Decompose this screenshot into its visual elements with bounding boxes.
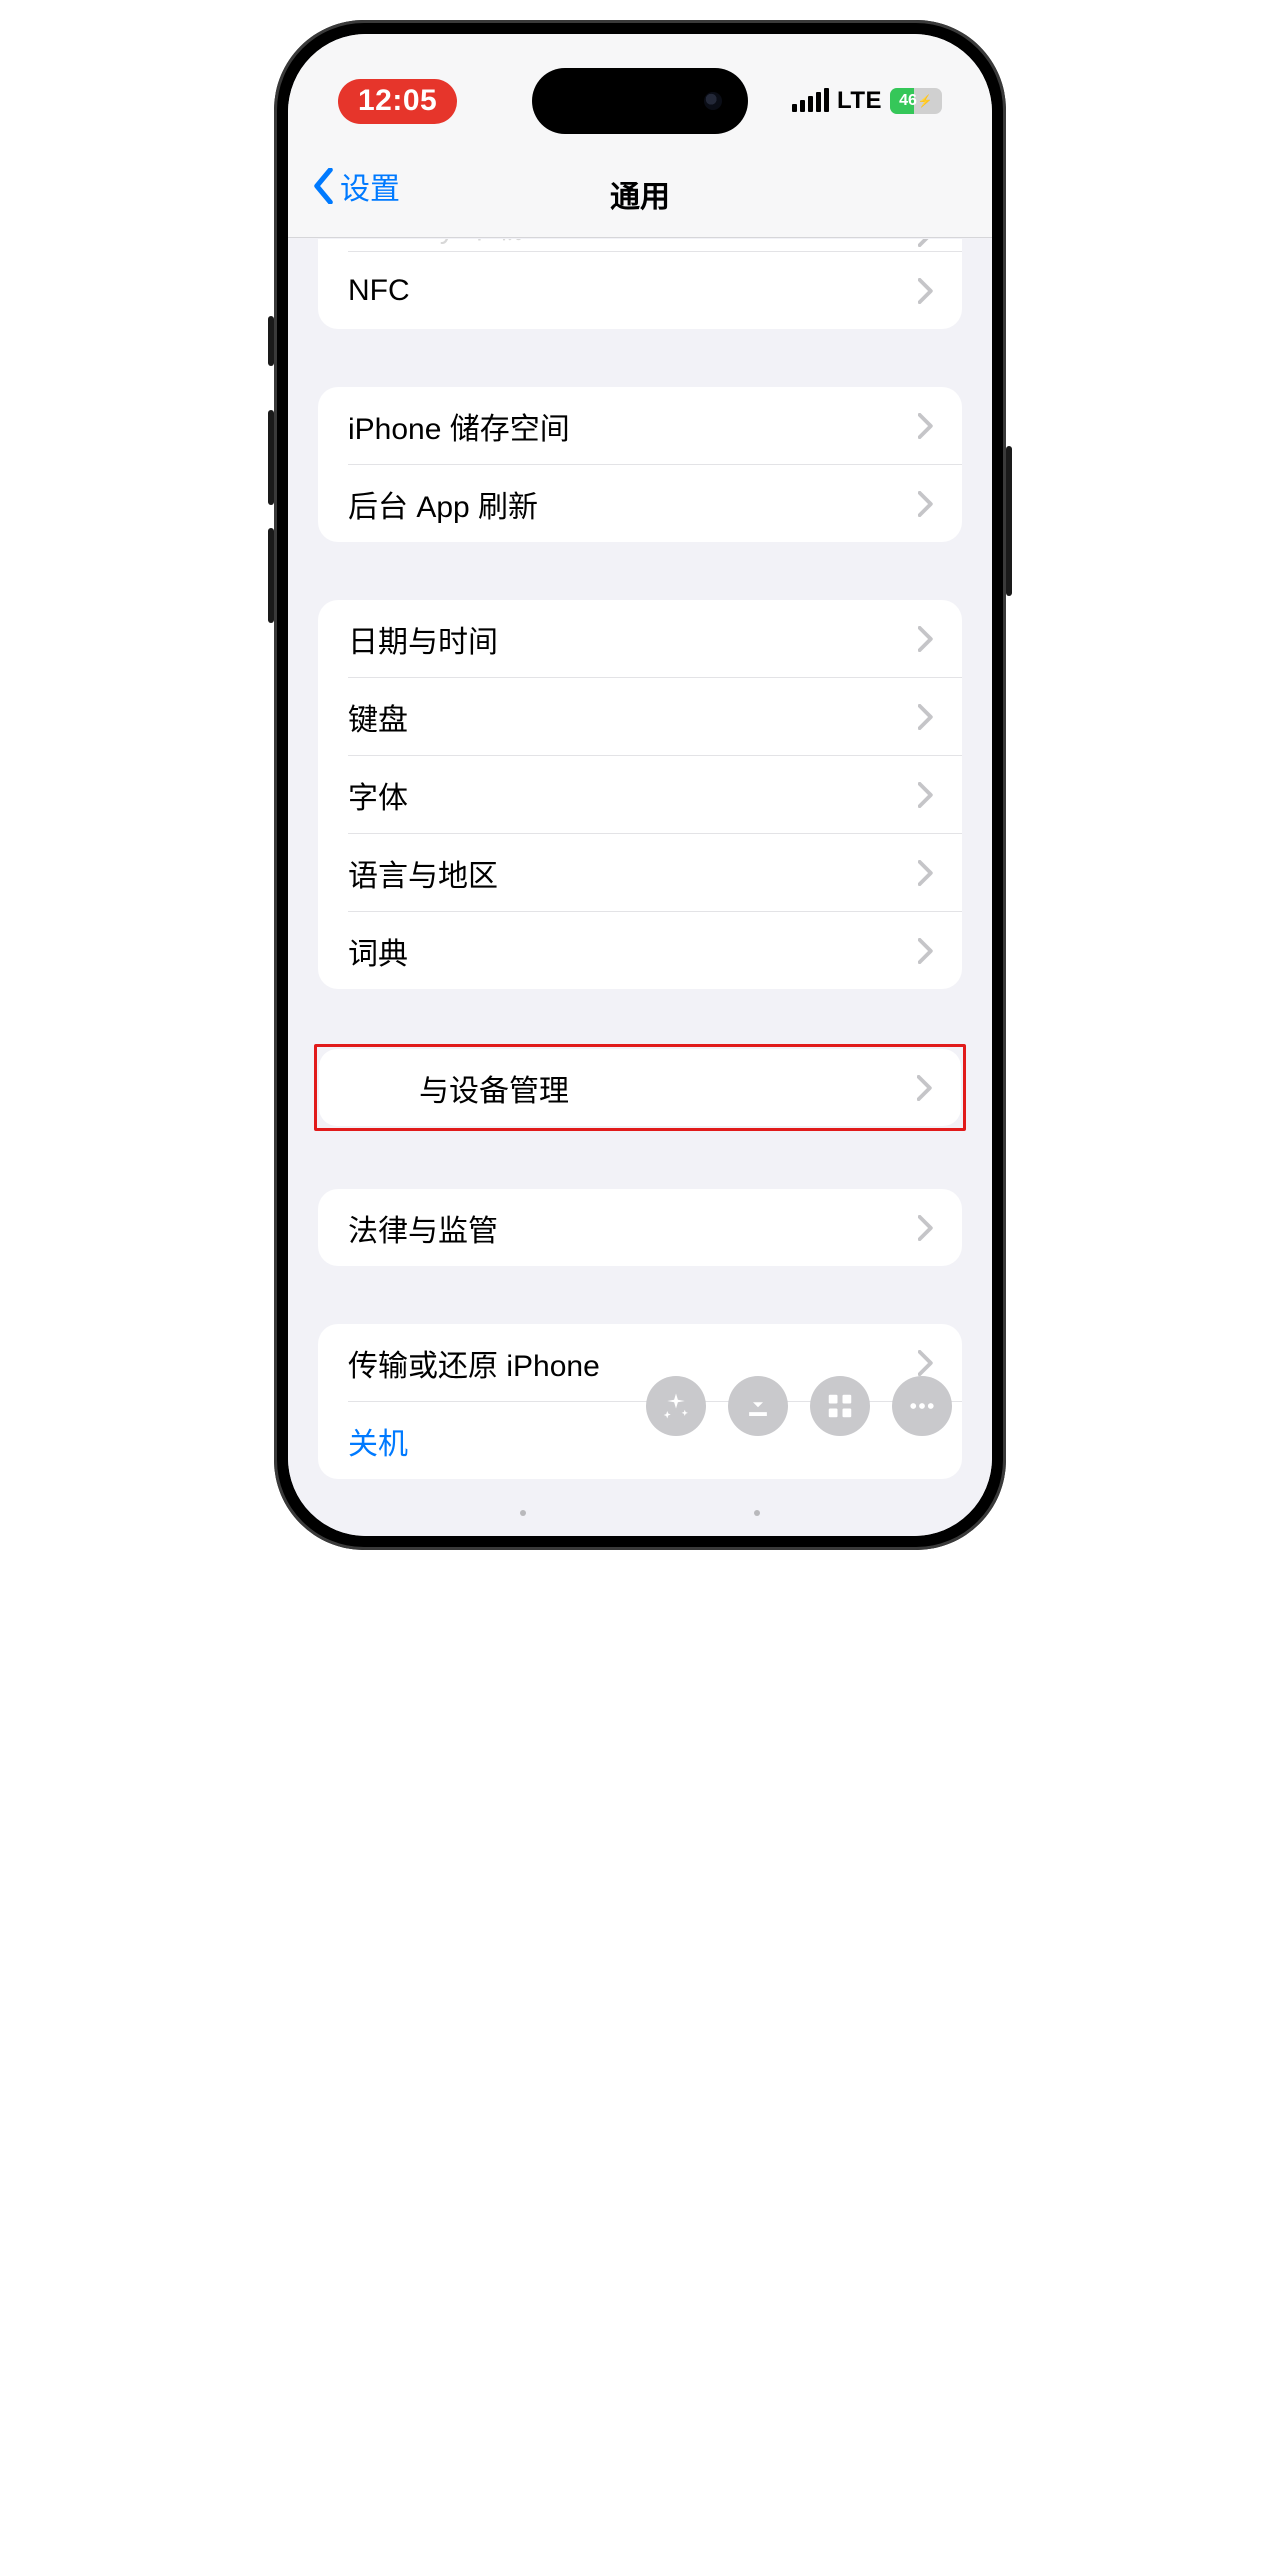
volume-up-button[interactable] — [268, 410, 274, 505]
row-label: NFC — [348, 274, 918, 308]
chevron-right-icon — [918, 1350, 934, 1376]
group-connectivity: CarPlay 车载 NFC — [318, 239, 962, 329]
row-label: iPhone 储存空间 — [348, 404, 918, 448]
screen: 12:05 LTE 46⚡ 设置 通用 CarP — [288, 34, 992, 1536]
status-time[interactable]: 12:05 — [338, 79, 457, 124]
row-vpn-device-management[interactable]: 与设备管理 — [319, 1049, 961, 1126]
row-label: CarPlay 车载 — [348, 239, 918, 247]
power-button[interactable] — [1006, 446, 1012, 596]
row-keyboard[interactable]: 键盘 — [318, 678, 962, 755]
highlight-annotation: 与设备管理 — [314, 1044, 966, 1131]
fab-grid-button[interactable] — [810, 1376, 870, 1436]
row-label: 法律与监管 — [348, 1206, 918, 1250]
group-storage: iPhone 储存空间 后台 App 刷新 — [318, 387, 962, 542]
network-type: LTE — [837, 87, 882, 115]
home-indicator — [520, 1510, 760, 1518]
silence-switch[interactable] — [268, 316, 274, 366]
page-title: 通用 — [288, 172, 992, 216]
cellular-signal-icon — [792, 90, 829, 112]
chevron-right-icon — [918, 782, 934, 808]
row-background-refresh[interactable]: 后台 App 刷新 — [318, 465, 962, 542]
fab-more-button[interactable] — [892, 1376, 952, 1436]
chevron-right-icon — [918, 1215, 934, 1241]
navigation-bar: 设置 通用 — [288, 34, 992, 238]
dynamic-island — [532, 68, 748, 134]
fab-star-button[interactable] — [646, 1376, 706, 1436]
row-label: 语言与地区 — [348, 851, 918, 895]
row-carplay[interactable]: CarPlay 车载 — [318, 239, 962, 251]
chevron-right-icon — [918, 239, 934, 247]
sparkle-icon — [661, 1391, 691, 1421]
fab-download-button[interactable] — [728, 1376, 788, 1436]
chevron-right-icon — [918, 626, 934, 652]
row-date-time[interactable]: 日期与时间 — [318, 600, 962, 677]
group-legal: 法律与监管 — [318, 1189, 962, 1266]
content-scroll[interactable]: CarPlay 车载 NFC iPhone 储存空间 后台 App 刷新 — [288, 239, 992, 1536]
volume-down-button[interactable] — [268, 528, 274, 623]
battery-indicator: 46⚡ — [890, 88, 942, 114]
row-nfc[interactable]: NFC — [318, 252, 962, 329]
row-label: 日期与时间 — [348, 617, 918, 661]
row-label: 字体 — [348, 773, 918, 817]
row-label: 与设备管理 — [349, 1066, 917, 1110]
row-label: 键盘 — [348, 695, 918, 739]
grid-icon — [825, 1391, 855, 1421]
row-label: 词典 — [348, 929, 918, 973]
floating-toolbar — [646, 1376, 952, 1436]
chevron-right-icon — [918, 704, 934, 730]
row-label: 后台 App 刷新 — [348, 482, 918, 526]
chevron-right-icon — [917, 1075, 933, 1101]
row-dictionary[interactable]: 词典 — [318, 912, 962, 989]
chevron-right-icon — [918, 278, 934, 304]
download-icon — [743, 1391, 773, 1421]
row-language-region[interactable]: 语言与地区 — [318, 834, 962, 911]
row-legal[interactable]: 法律与监管 — [318, 1189, 962, 1266]
chevron-right-icon — [918, 860, 934, 886]
row-fonts[interactable]: 字体 — [318, 756, 962, 833]
chevron-right-icon — [918, 491, 934, 517]
chevron-right-icon — [918, 938, 934, 964]
group-device-management: 与设备管理 — [319, 1049, 961, 1126]
group-system: 日期与时间 键盘 字体 语言与地区 — [318, 600, 962, 989]
phone-frame: 12:05 LTE 46⚡ 设置 通用 CarP — [274, 20, 1006, 1550]
row-iphone-storage[interactable]: iPhone 储存空间 — [318, 387, 962, 464]
redacted-text — [349, 1073, 419, 1105]
chevron-right-icon — [918, 413, 934, 439]
more-icon — [907, 1391, 937, 1421]
